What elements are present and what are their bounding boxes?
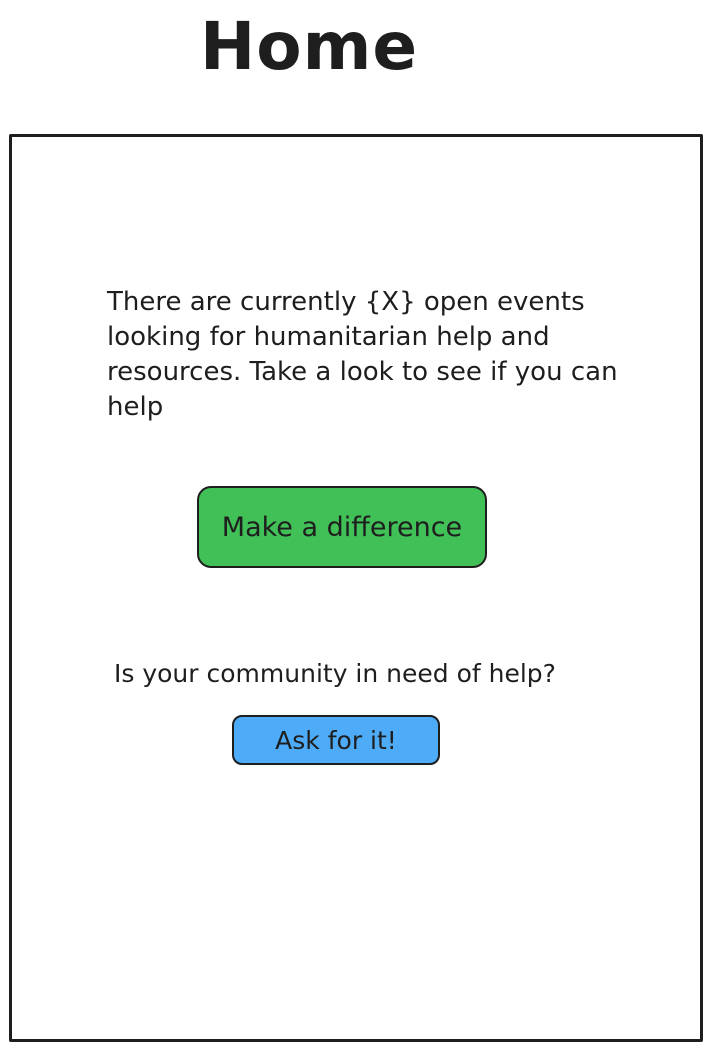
community-help-question: Is your community in need of help? (114, 659, 556, 688)
page-title: Home (200, 8, 419, 85)
open-events-description: There are currently {X} open events look… (107, 287, 618, 422)
ask-for-it-button[interactable]: Ask for it! (232, 715, 440, 765)
make-a-difference-button[interactable]: Make a difference (197, 486, 487, 568)
screen-frame (9, 134, 703, 1042)
